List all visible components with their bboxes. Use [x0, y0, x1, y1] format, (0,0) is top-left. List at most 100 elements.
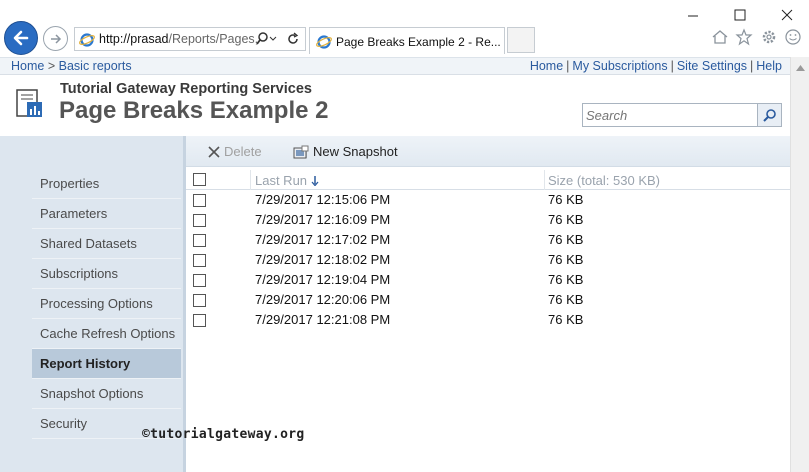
- table-row: 7/29/2017 12:20:06 PM 76 KB: [186, 290, 790, 310]
- search-input[interactable]: [583, 104, 757, 126]
- search-button[interactable]: [757, 104, 781, 126]
- history-table: Last Run Size (total: 530 KB) 7/29/2017 …: [186, 170, 790, 330]
- column-separator: [250, 170, 251, 190]
- delete-label: Delete: [224, 144, 262, 159]
- report-icon: [16, 89, 42, 117]
- row-checkbox[interactable]: [193, 194, 206, 207]
- ie-logo-icon: [316, 35, 332, 49]
- new-tab-button[interactable]: [507, 27, 535, 53]
- sidebar-item-subscriptions[interactable]: Subscriptions: [32, 259, 181, 289]
- gear-icon[interactable]: [760, 28, 778, 46]
- row-last-run: 7/29/2017 12:15:06 PM: [255, 192, 391, 207]
- breadcrumb-separator: >: [47, 59, 56, 73]
- scroll-up-arrow-icon[interactable]: [796, 65, 805, 71]
- sidebar-item-parameters[interactable]: Parameters: [32, 199, 181, 229]
- table-row: 7/29/2017 12:15:06 PM 76 KB: [186, 190, 790, 210]
- breadcrumb-home-link[interactable]: Home: [11, 59, 44, 73]
- sidebar-menu: Properties Parameters Shared Datasets Su…: [32, 169, 181, 439]
- row-size: 76 KB: [548, 192, 584, 207]
- toolbar: Delete New Snapshot: [186, 136, 790, 167]
- page-header: Tutorial Gateway Reporting Services Page…: [0, 75, 790, 136]
- new-snapshot-label: New Snapshot: [313, 144, 398, 159]
- row-last-run: 7/29/2017 12:21:08 PM: [255, 312, 391, 327]
- site-settings-link[interactable]: Site Settings: [677, 59, 747, 73]
- home-icon[interactable]: [711, 28, 729, 46]
- row-size: 76 KB: [548, 232, 584, 247]
- last-run-column-header[interactable]: Last Run: [255, 173, 319, 188]
- vertical-scrollbar[interactable]: [790, 57, 809, 472]
- snapshot-icon: [293, 145, 309, 158]
- row-last-run: 7/29/2017 12:20:06 PM: [255, 292, 391, 307]
- size-column-header[interactable]: Size (total: 530 KB): [548, 173, 660, 188]
- smiley-icon[interactable]: [784, 28, 802, 46]
- site-name: Tutorial Gateway Reporting Services: [60, 81, 312, 97]
- browser-window: http://prasad/Reports/Pages, Page Breaks…: [0, 0, 809, 472]
- table-row: 7/29/2017 12:16:09 PM 76 KB: [186, 210, 790, 230]
- delete-button[interactable]: Delete: [208, 144, 262, 159]
- close-icon[interactable]: [772, 6, 802, 24]
- column-separator: [544, 170, 545, 190]
- row-size: 76 KB: [548, 252, 584, 267]
- ie-logo-icon: [79, 33, 95, 47]
- delete-x-icon: [208, 145, 220, 158]
- refresh-icon[interactable]: [285, 31, 301, 47]
- watermark: ©tutorialgateway.org: [142, 427, 305, 442]
- row-last-run: 7/29/2017 12:19:04 PM: [255, 272, 391, 287]
- address-bar[interactable]: http://prasad/Reports/Pages,: [74, 27, 306, 51]
- row-checkbox[interactable]: [193, 274, 206, 287]
- row-checkbox[interactable]: [193, 314, 206, 327]
- row-size: 76 KB: [548, 312, 584, 327]
- row-size: 76 KB: [548, 212, 584, 227]
- tab-title: Page Breaks Example 2 - Re...: [336, 35, 501, 49]
- url-text[interactable]: http://prasad/Reports/Pages,: [99, 32, 258, 46]
- table-row: 7/29/2017 12:19:04 PM 76 KB: [186, 270, 790, 290]
- link-separator: |: [750, 59, 754, 73]
- table-row: 7/29/2017 12:21:08 PM 76 KB: [186, 310, 790, 330]
- sidebar: Properties Parameters Shared Datasets Su…: [0, 136, 186, 472]
- sidebar-item-processing-options[interactable]: Processing Options: [32, 289, 181, 319]
- breadcrumb-current-link[interactable]: Basic reports: [59, 59, 132, 73]
- sidebar-item-report-history[interactable]: Report History: [32, 349, 181, 379]
- search-icon[interactable]: [257, 31, 279, 47]
- row-checkbox[interactable]: [193, 254, 206, 267]
- home-link[interactable]: Home: [530, 59, 563, 73]
- back-button[interactable]: [4, 21, 38, 55]
- main-content: Delete New Snapshot Last Run Size (total…: [186, 136, 790, 472]
- row-size: 76 KB: [548, 292, 584, 307]
- new-snapshot-button[interactable]: New Snapshot: [293, 144, 398, 159]
- top-links: Home | My Subscriptions | Site Settings | Help: [530, 59, 782, 73]
- my-subscriptions-link[interactable]: My Subscriptions: [572, 59, 667, 73]
- breadcrumb: Home > Basic reports: [11, 59, 132, 73]
- site-nav-bar: Home > Basic reports Home | My Subscriptio…: [0, 57, 790, 75]
- minimize-icon[interactable]: [678, 6, 708, 24]
- star-icon[interactable]: [735, 28, 753, 46]
- search-icon: [762, 109, 776, 122]
- select-all-checkbox[interactable]: [193, 173, 206, 186]
- sidebar-item-properties[interactable]: Properties: [32, 169, 181, 199]
- sort-down-arrow-icon: [311, 175, 319, 186]
- url-host: http://prasad: [99, 32, 169, 46]
- row-last-run: 7/29/2017 12:16:09 PM: [255, 212, 391, 227]
- row-checkbox[interactable]: [193, 234, 206, 247]
- url-path: /Reports/Pages,: [168, 32, 259, 46]
- sidebar-item-cache-refresh-options[interactable]: Cache Refresh Options: [32, 319, 181, 349]
- sidebar-item-shared-datasets[interactable]: Shared Datasets: [32, 229, 181, 259]
- page-title: Page Breaks Example 2: [59, 97, 329, 124]
- table-row: 7/29/2017 12:17:02 PM 76 KB: [186, 230, 790, 250]
- forward-button[interactable]: [43, 26, 68, 51]
- last-run-header-label: Last Run: [255, 173, 308, 188]
- row-checkbox[interactable]: [193, 294, 206, 307]
- row-size: 76 KB: [548, 272, 584, 287]
- help-link[interactable]: Help: [756, 59, 782, 73]
- row-last-run: 7/29/2017 12:17:02 PM: [255, 232, 391, 247]
- forward-arrow-icon: [50, 33, 61, 44]
- search-box: [582, 103, 782, 127]
- maximize-icon[interactable]: [725, 6, 755, 24]
- table-row: 7/29/2017 12:18:02 PM 76 KB: [186, 250, 790, 270]
- row-checkbox[interactable]: [193, 214, 206, 227]
- browser-tab[interactable]: Page Breaks Example 2 - Re...: [309, 27, 505, 54]
- link-separator: |: [670, 59, 674, 73]
- back-arrow-icon: [13, 30, 29, 46]
- table-header: Last Run Size (total: 530 KB): [186, 170, 790, 190]
- sidebar-item-snapshot-options[interactable]: Snapshot Options: [32, 379, 181, 409]
